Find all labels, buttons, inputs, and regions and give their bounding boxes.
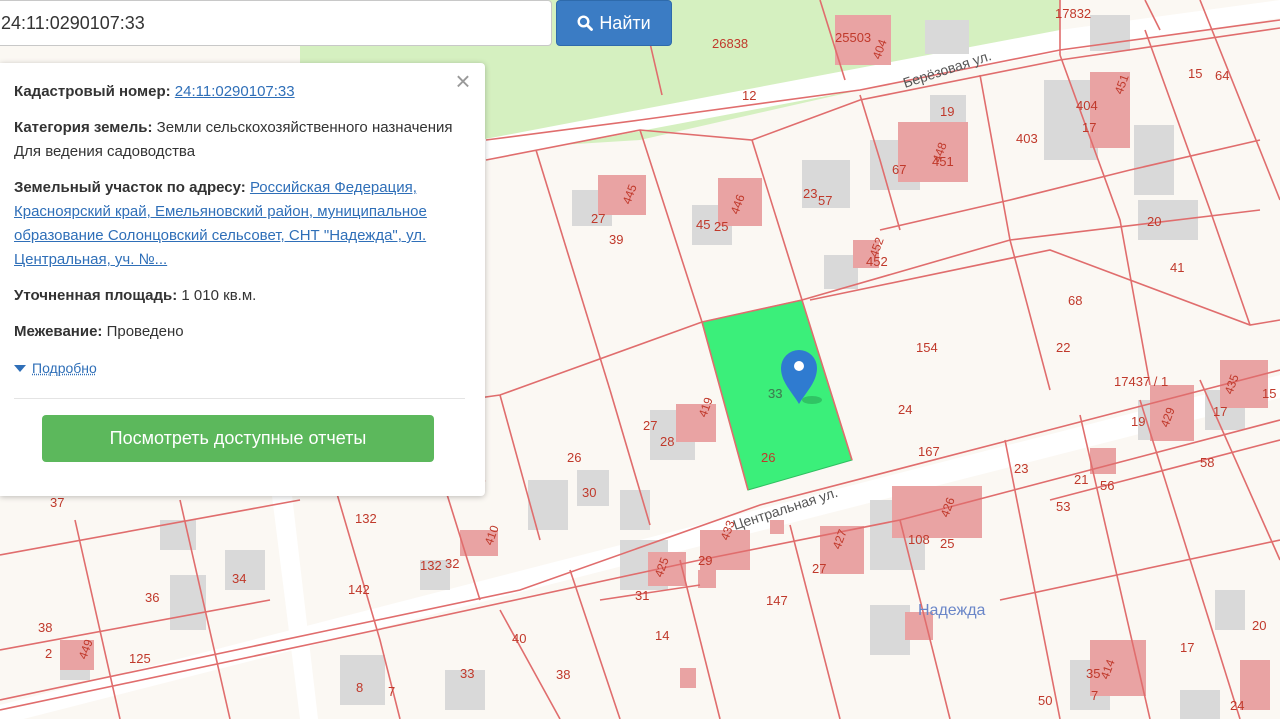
parcel-number-label: 404 [1076, 98, 1098, 113]
cadastral-link[interactable]: 24:11:0290107:33 [175, 83, 295, 100]
parcel-number-label: 20 [1252, 618, 1266, 633]
survey-value: Проведено [106, 323, 184, 340]
area-value: 1 010 кв.м. [181, 287, 257, 304]
parcel-number-label: 57 [818, 193, 832, 208]
parcel-number-label: 68 [1068, 293, 1082, 308]
address-row: Земельный участок по адресу: Российская … [14, 176, 465, 272]
parcel-number-label: 142 [348, 582, 370, 597]
survey-row: Межевание: Проведено [14, 320, 465, 344]
cadastral-label: Кадастровый номер: [14, 83, 171, 100]
parcel-number-label: 108 [908, 532, 930, 547]
parcel-number-label: 27 [591, 211, 605, 226]
parcel-number-label: 24 [1230, 698, 1244, 713]
parcel-number-label: 20 [1147, 214, 1161, 229]
cadastral-row: Кадастровый номер: 24:11:0290107:33 [14, 80, 465, 104]
parcel-number-label: 132 [420, 558, 442, 573]
parcel-number-label: 58 [1200, 455, 1214, 470]
parcel-number-label: 15 [1188, 66, 1202, 81]
parcel-number-label: 14 [655, 628, 669, 643]
parcel-number-label: 8 [356, 680, 363, 695]
category-label: Категория земель: [14, 119, 153, 136]
close-icon[interactable]: × [451, 68, 475, 94]
parcel-number-label: 30 [582, 485, 596, 500]
details-toggle[interactable]: Подробно [14, 356, 465, 380]
parcel-number-label: 25503 [835, 30, 871, 45]
parcel-number-label: 167 [918, 444, 940, 459]
parcel-number-label: 25 [940, 536, 954, 551]
parcel-number-label: 23 [1014, 461, 1028, 476]
parcel-number-label: 64 [1215, 68, 1229, 83]
land-use-value: Для ведения садоводства [14, 143, 196, 160]
parcel-number-label: 125 [129, 651, 151, 666]
parcel-number-label: 38 [556, 667, 570, 682]
parcel-number-label: 34 [232, 571, 246, 586]
search-button[interactable]: Найти [556, 0, 672, 46]
parcel-number-label: 17832 [1055, 6, 1091, 21]
parcel-number-label: 29 [698, 553, 712, 568]
selected-parcel-label: 33 [768, 386, 782, 401]
category-row: Категория земель: Земли сельскохозяйстве… [14, 116, 465, 164]
divider [14, 398, 465, 399]
parcel-number-label: 22 [1056, 340, 1070, 355]
parcel-number-label: 37 [50, 495, 64, 510]
parcel-number-label: 45 [696, 217, 710, 232]
parcel-number-label: 27 [812, 561, 826, 576]
category-value: Земли сельскохозяйственного назначения [156, 119, 453, 136]
search-input[interactable] [0, 0, 552, 46]
building-number-label: 410 [482, 523, 502, 547]
parcel-number-label: 154 [916, 340, 938, 355]
parcel-number-label: 56 [1100, 478, 1114, 493]
parcel-number-label: 24 [898, 402, 912, 417]
parcel-number-label: 17 [1180, 640, 1194, 655]
details-link[interactable]: Подробно [32, 356, 97, 380]
parcel-number-label: 147 [766, 593, 788, 608]
parcel-number-label: 15 [1262, 386, 1276, 401]
road-side [270, 478, 318, 719]
parcel-number-label: 19 [940, 104, 954, 119]
parcel-number-label: 67 [892, 162, 906, 177]
parcel-number-label: 132 [355, 511, 377, 526]
search-icon [577, 15, 594, 31]
parcel-number-label: 17 [1082, 120, 1096, 135]
parcel-number-label: 36 [145, 590, 159, 605]
parcel-number-label: 17 [1213, 404, 1227, 419]
parcel-number-label: 33 [460, 666, 474, 681]
parcel-number-label: 2 [45, 646, 52, 661]
parcel-number-label: 7 [388, 684, 395, 699]
view-reports-button[interactable]: Посмотреть доступные отчеты [42, 415, 434, 462]
parcel-number-label: 50 [1038, 693, 1052, 708]
parcel-number-label: 53 [1056, 499, 1070, 514]
parcel-number-label: 25 [714, 219, 728, 234]
parcel-number-label: 403 [1016, 131, 1038, 146]
survey-label: Межевание: [14, 323, 103, 340]
search-button-label: Найти [599, 12, 651, 33]
parcel-number-label: 19 [1131, 414, 1145, 429]
parcel-number-label: 28 [660, 434, 674, 449]
parcel-number-label: 17437 / 1 [1114, 374, 1168, 389]
area-label: Уточненная площадь: [14, 287, 178, 304]
parcel-number-label: 26 [567, 450, 581, 465]
parcel-number-label: 26 [761, 450, 775, 465]
parcel-info-panel: × Кадастровый номер: 24:11:0290107:33 Ка… [0, 63, 485, 496]
parcel-number-label: 12 [742, 88, 756, 103]
locality-label: Надежда [918, 602, 986, 619]
area-row: Уточненная площадь: 1 010 кв.м. [14, 284, 465, 308]
parcel-number-label: 21 [1074, 472, 1088, 487]
parcel-number-label: 38 [38, 620, 52, 635]
caret-down-icon [14, 364, 26, 372]
parcel-number-label: 41 [1170, 260, 1184, 275]
parcel-number-label: 23 [803, 186, 817, 201]
parcel-number-label: 27 [643, 418, 657, 433]
parcel-number-label: 32 [445, 556, 459, 571]
address-label: Земельный участок по адресу: [14, 179, 246, 196]
parcel-number-label: 40 [512, 631, 526, 646]
parcel-number-label: 7 [1091, 688, 1098, 703]
parcel-number-label: 39 [609, 232, 623, 247]
parcel-number-label: 26838 [712, 36, 748, 51]
parcel-number-label: 31 [635, 588, 649, 603]
